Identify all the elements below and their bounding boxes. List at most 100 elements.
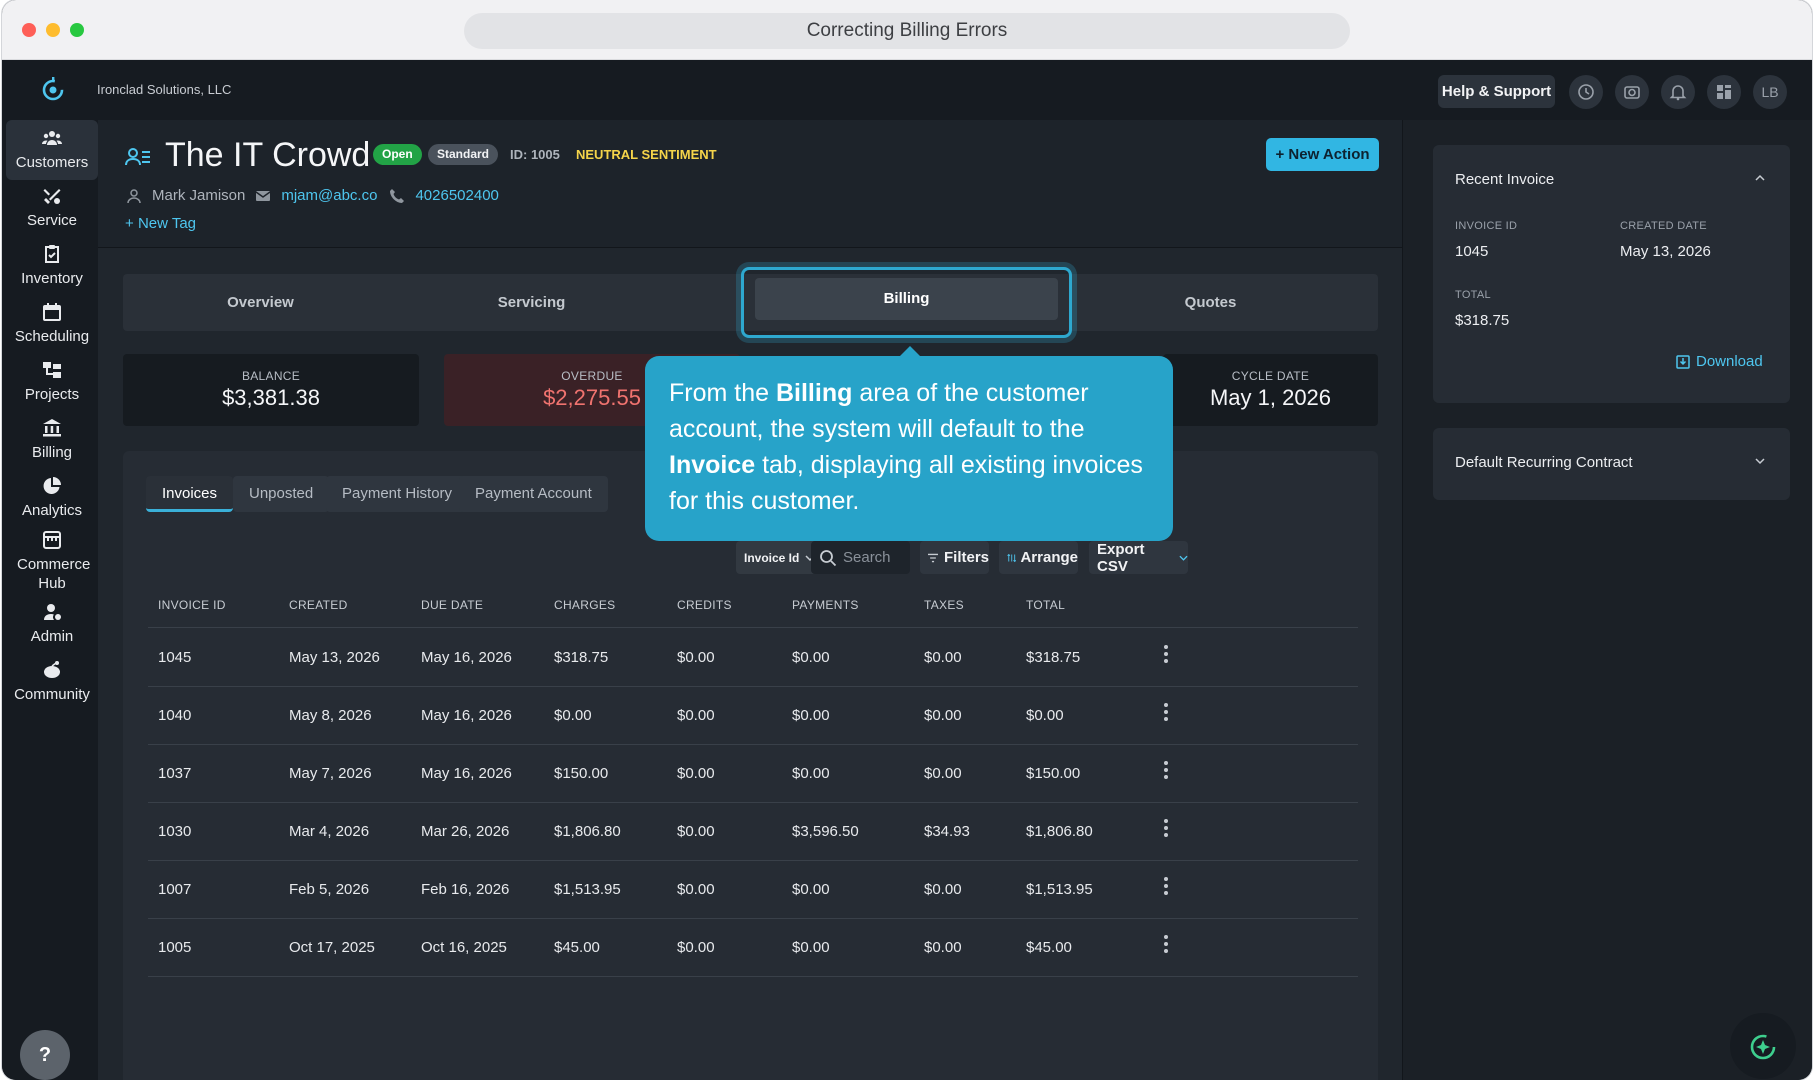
table-row[interactable]: 1007 Feb 5, 2026 Feb 16, 2026 $1,513.95 … (148, 861, 1358, 919)
balance-stat: BALANCE $3,381.38 (123, 354, 419, 426)
tab-quotes[interactable]: Quotes (1073, 274, 1348, 331)
top-bar: Ironclad Solutions, LLC Help & Support L… (2, 60, 1812, 120)
cell-charges: $1,806.80 (554, 823, 621, 840)
sidebar-item-admin[interactable]: Admin (6, 594, 98, 654)
chevron-down-icon[interactable] (1754, 455, 1766, 467)
row-menu-icon[interactable] (1163, 645, 1169, 665)
row-menu-icon[interactable] (1163, 877, 1169, 897)
cell-due-date: Oct 16, 2025 (421, 939, 507, 956)
row-menu-icon[interactable] (1163, 703, 1169, 723)
section-tabs: Overview Servicing Quotes Billing (123, 267, 1378, 338)
table-row[interactable]: 1045 May 13, 2026 May 16, 2026 $318.75 $… (148, 629, 1358, 687)
tab-overview[interactable]: Overview (123, 274, 398, 331)
balance-value: $3,381.38 (222, 385, 320, 410)
header-credits[interactable]: CREDITS (677, 598, 732, 612)
recent-invoice-title: Recent Invoice (1455, 171, 1555, 188)
help-support-button[interactable]: Help & Support (1438, 75, 1555, 108)
user-avatar[interactable]: LB (1753, 75, 1787, 109)
created-date-label: CREATED DATE (1620, 220, 1707, 232)
download-link[interactable]: Download (1676, 353, 1763, 370)
header-taxes[interactable]: TAXES (924, 598, 964, 612)
header-created[interactable]: CREATED (289, 598, 348, 612)
contact-name: Mark Jamison (152, 187, 246, 204)
cell-taxes: $0.00 (924, 707, 962, 724)
row-menu-icon[interactable] (1163, 819, 1169, 839)
cell-invoice-id: 1007 (158, 881, 192, 898)
header-due-date[interactable]: DUE DATE (421, 598, 483, 612)
person-icon (127, 188, 141, 203)
assistant-button[interactable] (1730, 1013, 1796, 1079)
table-row[interactable]: 1037 May 7, 2026 May 16, 2026 $150.00 $0… (148, 745, 1358, 803)
chevron-up-icon[interactable] (1754, 172, 1766, 184)
close-window-button[interactable] (22, 23, 36, 37)
tooltip-pointer (900, 346, 920, 356)
search-icon (820, 549, 837, 566)
filters-button[interactable]: Filters (920, 541, 989, 574)
subtab-invoices[interactable]: Invoices (146, 476, 234, 512)
contact-list-icon (125, 148, 150, 166)
export-csv-button[interactable]: Export CSV (1089, 541, 1188, 575)
maximize-window-button[interactable] (70, 23, 84, 37)
row-menu-icon[interactable] (1163, 761, 1169, 781)
sidebar-item-community[interactable]: Community (6, 652, 98, 712)
sidebar-item-commerce-hub[interactable]: Commerce Hub (6, 526, 98, 596)
header-charges[interactable]: CHARGES (554, 598, 615, 612)
subtab-payment-accounts[interactable]: Payment Account (459, 476, 608, 512)
table-row[interactable]: 1005 Oct 17, 2025 Oct 16, 2025 $45.00 $0… (148, 919, 1358, 977)
bell-icon[interactable] (1661, 75, 1695, 109)
subtab-unposted[interactable]: Unposted (233, 476, 330, 512)
subtab-payment-history[interactable]: Payment History (326, 476, 469, 512)
history-icon[interactable] (1569, 75, 1603, 109)
sidebar-item-inventory[interactable]: Inventory (6, 236, 98, 296)
total-value: $318.75 (1455, 312, 1510, 329)
header-payments[interactable]: PAYMENTS (792, 598, 859, 612)
cycle-date-stat: CYCLE DATE May 1, 2026 (1163, 354, 1378, 426)
sidebar-item-label: Projects (24, 386, 80, 403)
help-button[interactable]: ? (20, 1030, 70, 1080)
tooltip-text: From the (669, 379, 776, 407)
organization-name: Ironclad Solutions, LLC (97, 82, 232, 97)
app-logo-icon[interactable] (40, 76, 66, 102)
cell-created: Mar 4, 2026 (289, 823, 370, 840)
cell-due-date: Mar 26, 2026 (421, 823, 510, 840)
new-tag-label: New Tag (137, 215, 197, 232)
store-icon (43, 530, 61, 549)
service-icon (43, 189, 61, 204)
sidebar-item-analytics[interactable]: Analytics (6, 468, 98, 528)
minimize-window-button[interactable] (46, 23, 60, 37)
row-menu-icon[interactable] (1163, 935, 1169, 955)
table-header: INVOICE ID CREATED DUE DATE CHARGES CRED… (148, 598, 1358, 628)
tier-badge: Standard (428, 144, 499, 165)
dashboard-icon[interactable] (1707, 75, 1741, 109)
bank-icon (43, 419, 61, 437)
new-action-button[interactable]: + New Action (1266, 138, 1379, 171)
header-invoice-id[interactable]: INVOICE ID (158, 598, 226, 612)
table-row[interactable]: 1040 May 8, 2026 May 16, 2026 $0.00 $0.0… (148, 687, 1358, 745)
sidebar-item-billing[interactable]: Billing (6, 410, 98, 470)
projects-icon (43, 362, 61, 378)
contact-row: Mark Jamison mjam@abc.co 4026502400 (126, 187, 499, 204)
camera-icon[interactable] (1615, 75, 1649, 109)
sidebar-item-customers[interactable]: Customers (6, 120, 98, 180)
plus-icon: + (125, 215, 138, 232)
tab-billing[interactable]: Billing (755, 278, 1058, 320)
sidebar-item-projects[interactable]: Projects (6, 352, 98, 412)
tab-servicing[interactable]: Servicing (398, 274, 665, 331)
cell-payments: $0.00 (792, 649, 830, 666)
invoice-panel: Invoices Unposted Payment History Paymen… (123, 451, 1378, 1080)
sidebar-item-service[interactable]: Service (6, 178, 98, 238)
header-total[interactable]: TOTAL (1026, 598, 1065, 612)
email-link[interactable]: mjam@abc.co (281, 187, 377, 204)
cell-due-date: May 16, 2026 (421, 707, 512, 724)
phone-link[interactable]: 4026502400 (415, 187, 498, 204)
sidebar-item-label: Commerce Hub (17, 555, 91, 592)
search-field-select[interactable]: Invoice Id (736, 541, 818, 574)
arrange-button[interactable]: Arrange (999, 541, 1078, 574)
cell-taxes: $0.00 (924, 649, 962, 666)
table-row[interactable]: 1030 Mar 4, 2026 Mar 26, 2026 $1,806.80 … (148, 803, 1358, 861)
cell-credits: $0.00 (677, 823, 715, 840)
contract-card[interactable]: Default Recurring Contract (1433, 428, 1790, 500)
new-tag-button[interactable]: + New Tag (125, 215, 196, 232)
sidebar-item-scheduling[interactable]: Scheduling (6, 294, 98, 354)
search-input[interactable]: Search (811, 541, 910, 574)
